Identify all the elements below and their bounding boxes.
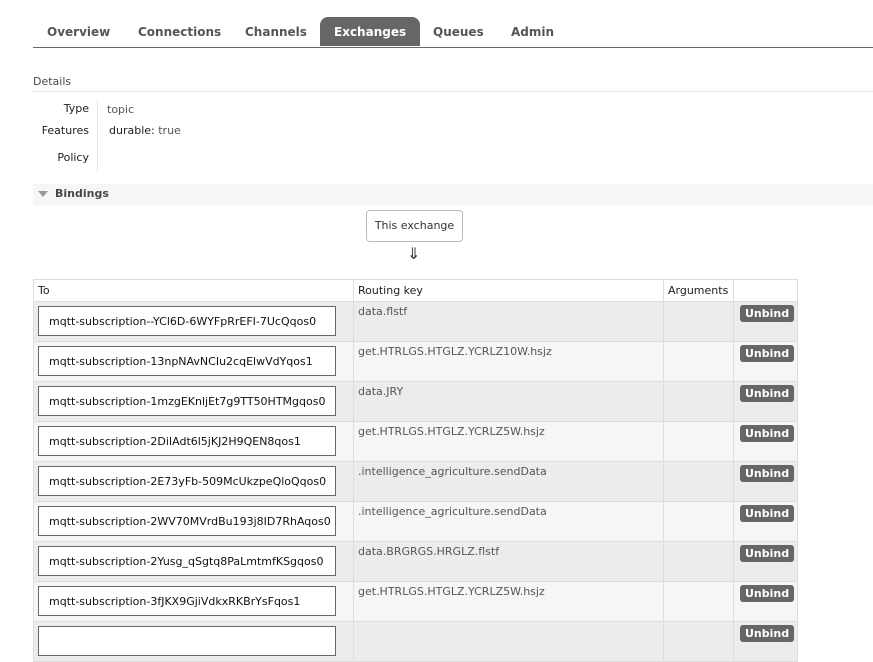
routing-key: get.HTRLGS.HTGLZ.YCRLZ5W.hsjz bbox=[358, 585, 545, 598]
routing-key: get.HTRLGS.HTGLZ.YCRLZ10W.hsjz bbox=[358, 345, 552, 358]
unbind-button[interactable]: Unbind bbox=[740, 545, 795, 562]
binding-destination-link[interactable]: mqtt-subscription--YCl6D-6WYFpRrEFI-7UcQ… bbox=[38, 306, 336, 336]
binding-arguments bbox=[664, 422, 733, 425]
routing-key bbox=[354, 622, 663, 625]
routing-key: data.flstf bbox=[358, 305, 408, 318]
table-row: mqtt-subscription-1mzgEKnljEt7g9TT50HTMg… bbox=[33, 381, 798, 422]
binding-arguments bbox=[664, 622, 733, 625]
routing-key: data.JRY bbox=[358, 385, 404, 398]
binding-arguments bbox=[664, 302, 733, 305]
binding-arguments bbox=[664, 502, 733, 505]
unbind-button[interactable]: Unbind bbox=[740, 305, 795, 322]
binding-arguments bbox=[664, 542, 733, 545]
routing-key: .intelligence_agriculture.sendData bbox=[358, 465, 547, 478]
details-vertical-divider bbox=[97, 100, 98, 172]
features-label: Features bbox=[41, 124, 89, 137]
bindings-table: To Routing key Arguments mqtt-subscripti… bbox=[33, 279, 798, 662]
bindings-section-header[interactable]: Bindings bbox=[33, 184, 873, 205]
routing-key: data.BRGRGS.HRGLZ.flstf bbox=[358, 545, 500, 558]
main-nav-tabs: Overview Connections Channels Exchanges … bbox=[33, 17, 873, 48]
header-routing-key: Routing key bbox=[353, 279, 664, 302]
bindings-table-header: To Routing key Arguments bbox=[33, 279, 798, 302]
unbind-button[interactable]: Unbind bbox=[740, 425, 795, 442]
table-row: mqtt-subscription-2Yusg_qSgtq8PaLmtmfKSg… bbox=[33, 541, 798, 582]
unbind-button[interactable]: Unbind bbox=[740, 585, 795, 602]
routing-key: .intelligence_agriculture.sendData bbox=[358, 505, 547, 518]
policy-label: Policy bbox=[57, 151, 89, 164]
tab-overview[interactable]: Overview bbox=[33, 17, 124, 46]
tab-connections[interactable]: Connections bbox=[124, 17, 235, 46]
binding-destination-link[interactable]: mqtt-subscription-3fJKX9GjiVdkxRKBrYsFqo… bbox=[38, 586, 336, 616]
table-row: mqtt-subscription-3fJKX9GjiVdkxRKBrYsFqo… bbox=[33, 581, 798, 622]
details-section-title[interactable]: Details bbox=[33, 75, 71, 88]
tab-exchanges[interactable]: Exchanges bbox=[320, 17, 421, 46]
durable-key: durable: bbox=[109, 124, 155, 137]
binding-destination-link[interactable]: mqtt-subscription-2WV70MVrdBu193j8ID7RhA… bbox=[38, 506, 336, 536]
tab-admin[interactable]: Admin bbox=[497, 17, 568, 46]
header-to: To bbox=[33, 279, 354, 302]
binding-arguments bbox=[664, 382, 733, 385]
unbind-button[interactable]: Unbind bbox=[740, 385, 795, 402]
header-arguments: Arguments bbox=[663, 279, 734, 302]
binding-arguments bbox=[664, 462, 733, 465]
table-row: mqtt-subscription-2DiIAdt6l5jKJ2H9QEN8qo… bbox=[33, 421, 798, 462]
table-row: mqtt-subscription--YCl6D-6WYFpRrEFI-7UcQ… bbox=[33, 301, 798, 342]
binding-destination-link[interactable]: mqtt-subscription-2DiIAdt6l5jKJ2H9QEN8qo… bbox=[38, 426, 336, 456]
this-exchange-box: This exchange bbox=[366, 210, 463, 242]
collapse-triangle-icon bbox=[38, 191, 48, 197]
binding-destination-link[interactable] bbox=[38, 626, 336, 656]
unbind-button[interactable]: Unbind bbox=[740, 465, 795, 482]
type-label: Type bbox=[63, 102, 89, 115]
tab-queues[interactable]: Queues bbox=[419, 17, 498, 46]
type-value: topic bbox=[107, 103, 135, 116]
table-row: mqtt-subscription-2WV70MVrdBu193j8ID7RhA… bbox=[33, 501, 798, 542]
durable-value: true bbox=[158, 124, 181, 137]
table-row: mqtt-subscription-2E73yFb-509McUkzpeQloQ… bbox=[33, 461, 798, 502]
header-action bbox=[733, 279, 798, 302]
binding-destination-link[interactable]: mqtt-subscription-2Yusg_qSgtq8PaLmtmfKSg… bbox=[38, 546, 336, 576]
binding-destination-link[interactable]: mqtt-subscription-2E73yFb-509McUkzpeQloQ… bbox=[38, 466, 336, 496]
binding-arguments bbox=[664, 582, 733, 585]
down-double-arrow-icon: ⇓ bbox=[407, 244, 421, 263]
binding-arguments bbox=[664, 342, 733, 345]
details-divider bbox=[33, 91, 873, 92]
tab-channels[interactable]: Channels bbox=[231, 17, 321, 46]
features-value: durable: true bbox=[109, 124, 181, 137]
unbind-button[interactable]: Unbind bbox=[740, 505, 795, 522]
unbind-button[interactable]: Unbind bbox=[740, 345, 795, 362]
table-row: mqtt-subscription-13npNAvNCIu2cqElwVdYqo… bbox=[33, 341, 798, 382]
binding-destination-link[interactable]: mqtt-subscription-1mzgEKnljEt7g9TT50HTMg… bbox=[38, 386, 336, 416]
binding-destination-link[interactable]: mqtt-subscription-13npNAvNCIu2cqElwVdYqo… bbox=[38, 346, 336, 376]
routing-key: get.HTRLGS.HTGLZ.YCRLZ5W.hsjz bbox=[358, 425, 545, 438]
bindings-section-title: Bindings bbox=[55, 187, 109, 200]
